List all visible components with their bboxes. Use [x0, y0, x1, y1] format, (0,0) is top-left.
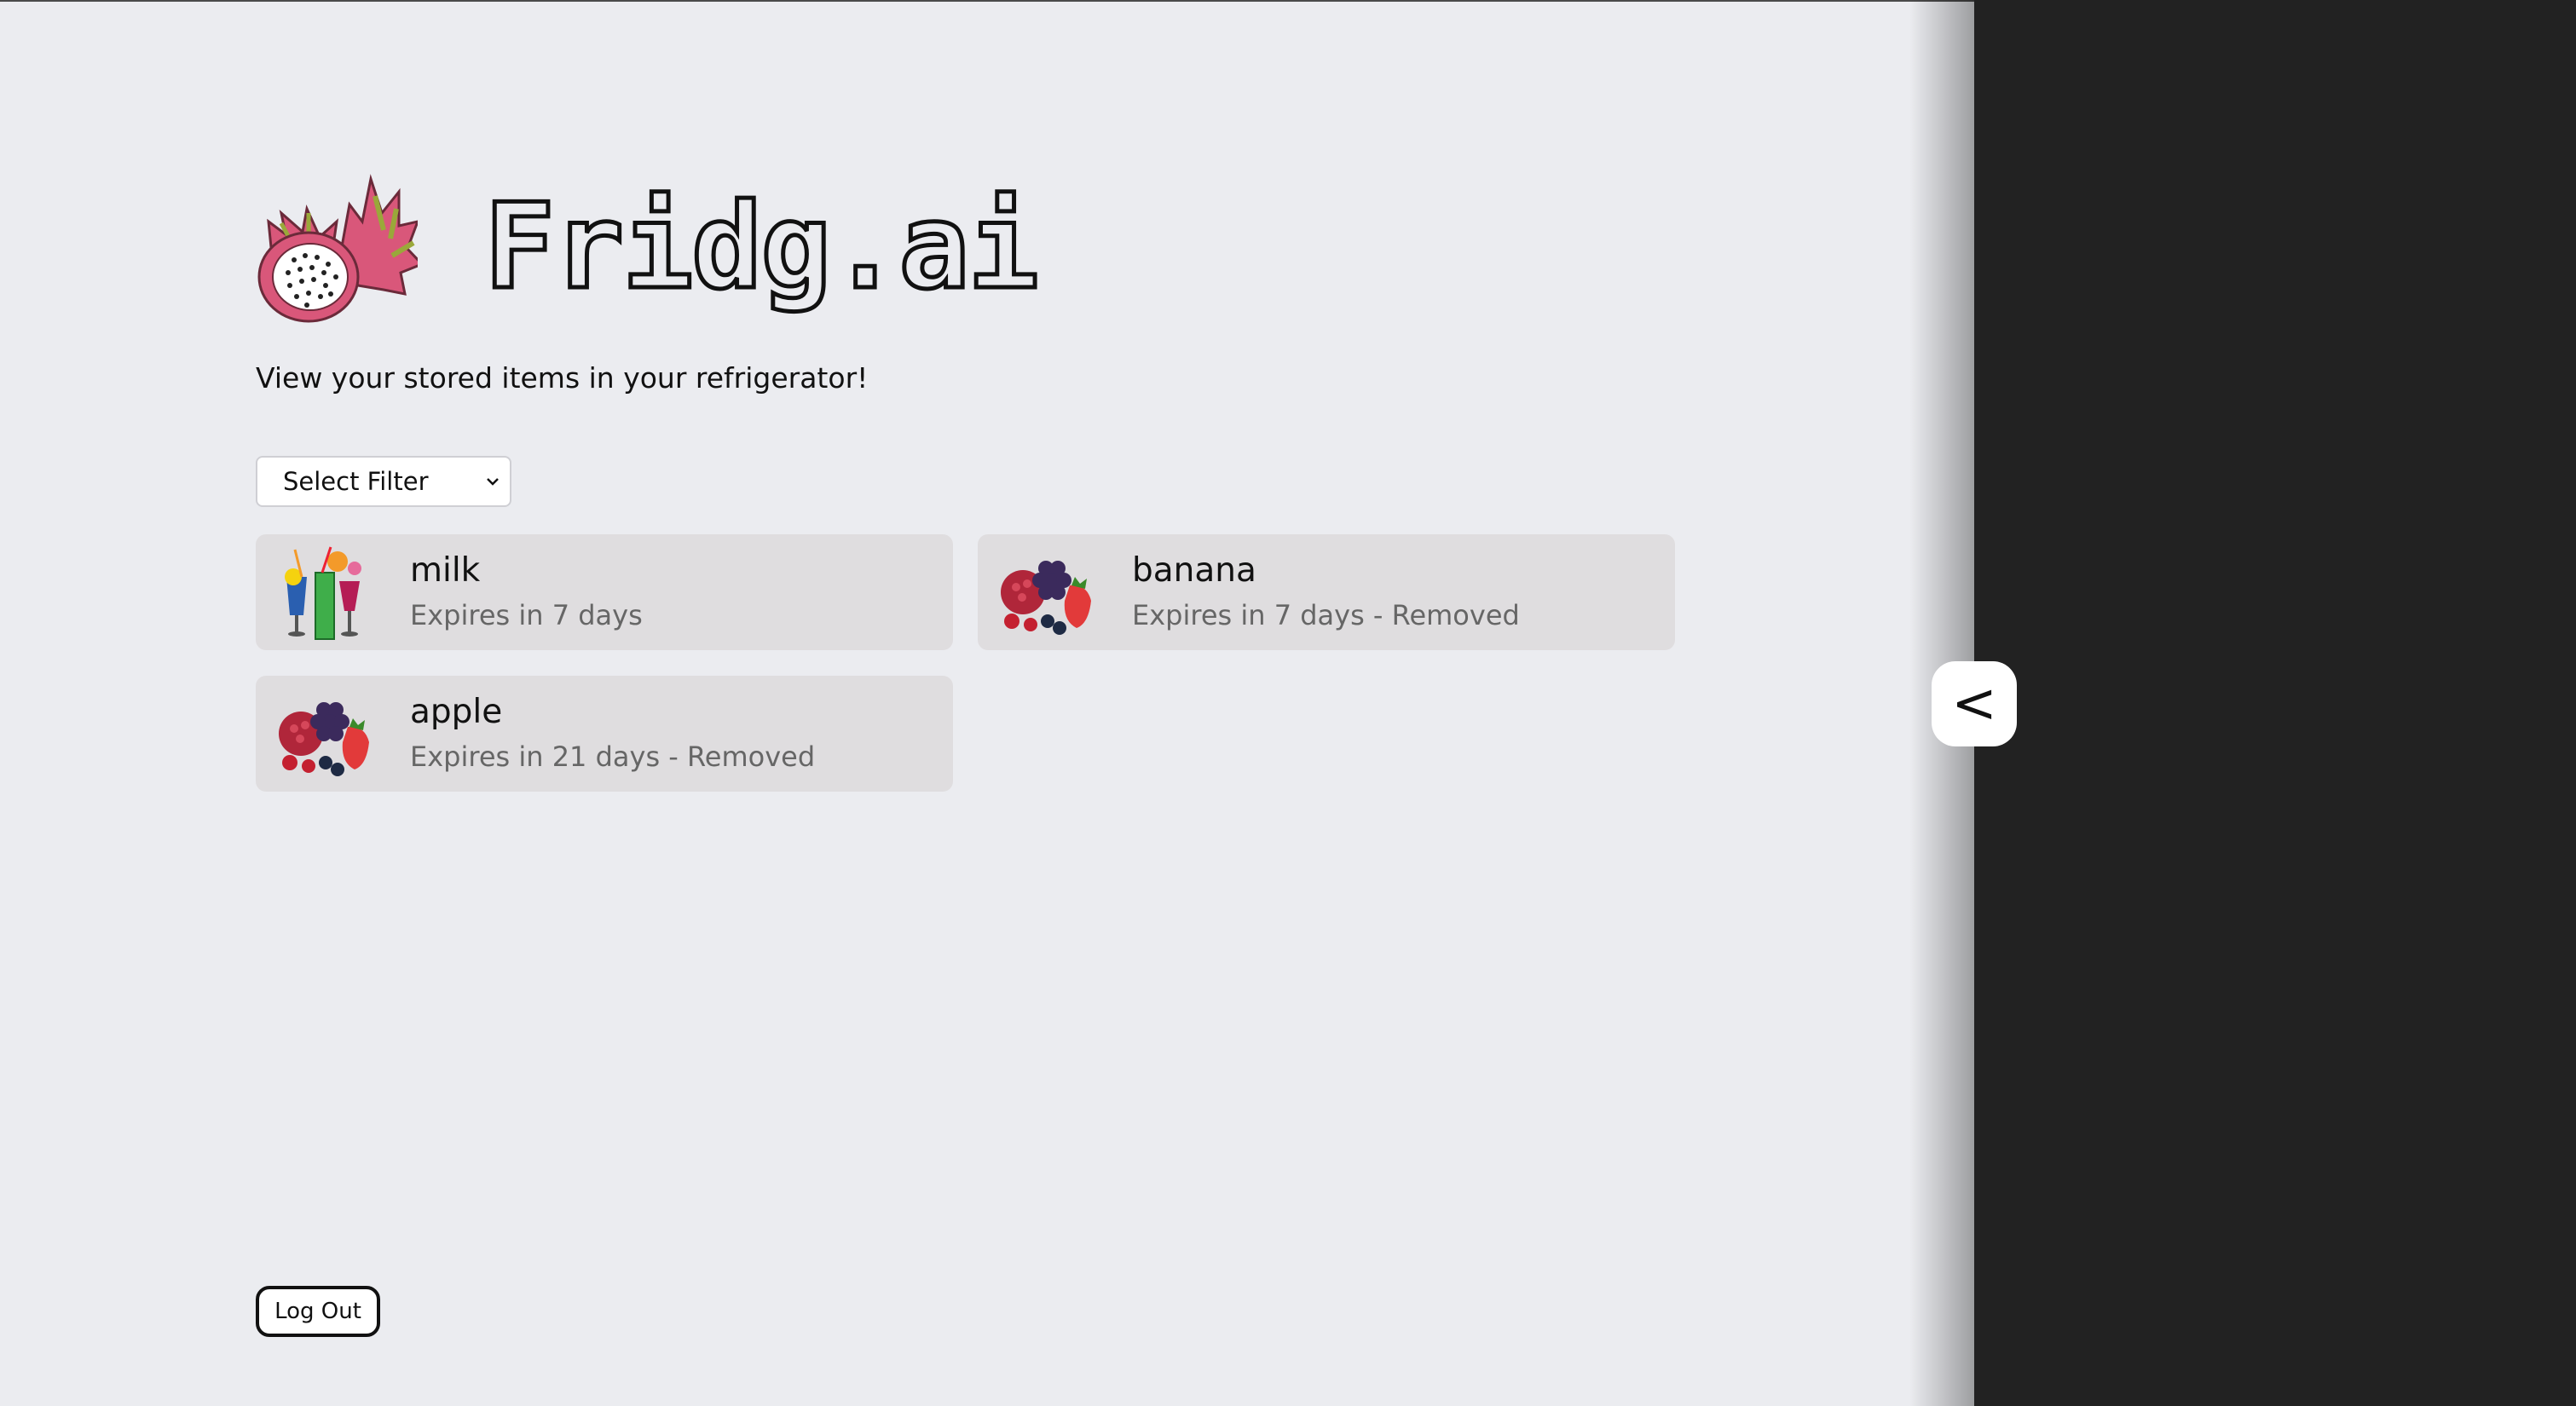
- item-card-banana[interactable]: banana Expires in 7 days - Removed: [978, 534, 1675, 650]
- side-panel: [1974, 0, 2576, 1406]
- page-subtitle: View your stored items in your refrigera…: [256, 361, 869, 395]
- item-card-milk[interactable]: milk Expires in 7 days: [256, 534, 953, 650]
- item-status: Expires in 7 days: [410, 599, 643, 631]
- app-title: Fridg.ai: [482, 178, 1042, 315]
- berries-icon: [279, 702, 369, 776]
- filter-select-label: Select Filter: [283, 467, 429, 496]
- logout-button[interactable]: Log Out: [256, 1286, 380, 1337]
- item-status: Expires in 7 days - Removed: [1132, 599, 1520, 631]
- item-name: apple: [410, 693, 503, 731]
- side-panel-toggle-button[interactable]: <: [1932, 661, 2017, 746]
- chevron-down-icon: [487, 478, 499, 486]
- drinks-icon: [285, 546, 361, 640]
- item-name: banana: [1132, 551, 1256, 590]
- item-card-apple[interactable]: apple Expires in 21 days - Removed: [256, 676, 953, 792]
- app-header: Fridg.ai: [256, 170, 1042, 324]
- main-content: Fridg.ai View your stored items in your …: [0, 0, 1974, 1406]
- berries-icon: [1001, 561, 1091, 635]
- dragonfruit-logo-icon: [257, 174, 418, 323]
- filter-select[interactable]: Select Filter: [256, 456, 511, 507]
- item-status: Expires in 21 days - Removed: [410, 740, 816, 773]
- item-name: milk: [410, 551, 481, 590]
